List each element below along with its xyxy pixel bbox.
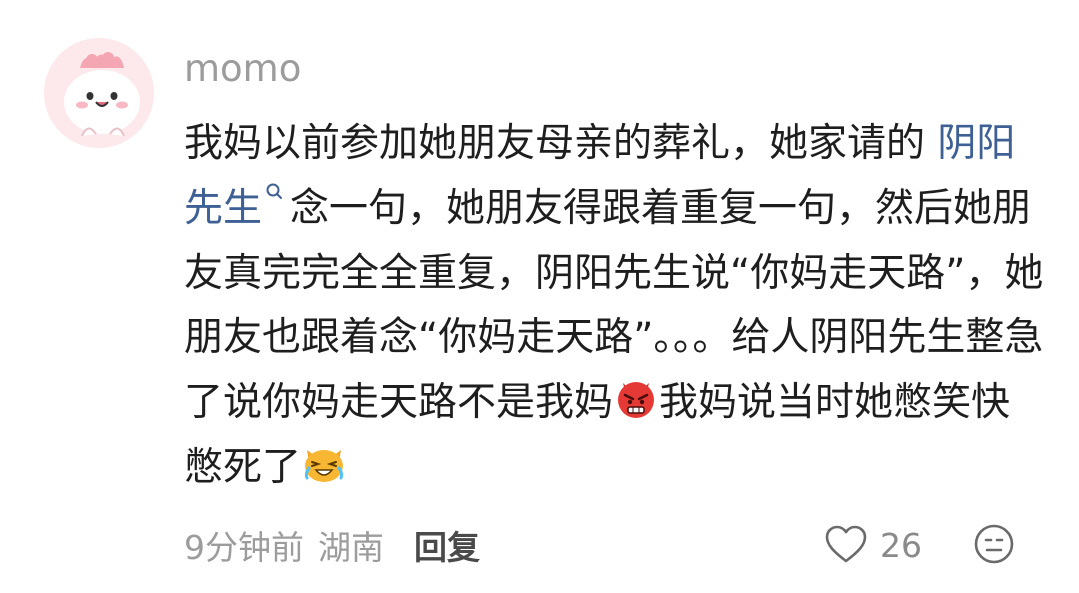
angry-face-emoji-icon: [613, 375, 659, 421]
like-count: 26: [880, 525, 922, 565]
crying-laughing-cat-emoji-icon: [301, 440, 347, 486]
comment-time: 9分钟前: [184, 528, 304, 567]
dislike-button[interactable]: [972, 522, 1016, 566]
username[interactable]: momo: [184, 44, 301, 94]
search-icon[interactable]: [262, 177, 290, 213]
comment-meta: 9分钟前 湖南 回复: [184, 520, 480, 570]
heart-icon: [825, 525, 867, 563]
like-button[interactable]: 26: [824, 520, 922, 570]
reply-button[interactable]: 回复: [414, 521, 480, 569]
avatar[interactable]: [44, 38, 154, 148]
comment-body: 我妈以前参加她朋友母亲的葬礼，她家请的 阴阳先生 念一句，她朋友得跟着重复一句，然…: [184, 112, 1044, 501]
avatar-illustration-icon: [44, 38, 154, 148]
comment-text-part1: 我妈以前参加她朋友母亲的葬礼，她家请的: [184, 121, 938, 166]
comment-location: 湖南: [318, 528, 384, 567]
unhappy-face-icon: [974, 524, 1014, 564]
